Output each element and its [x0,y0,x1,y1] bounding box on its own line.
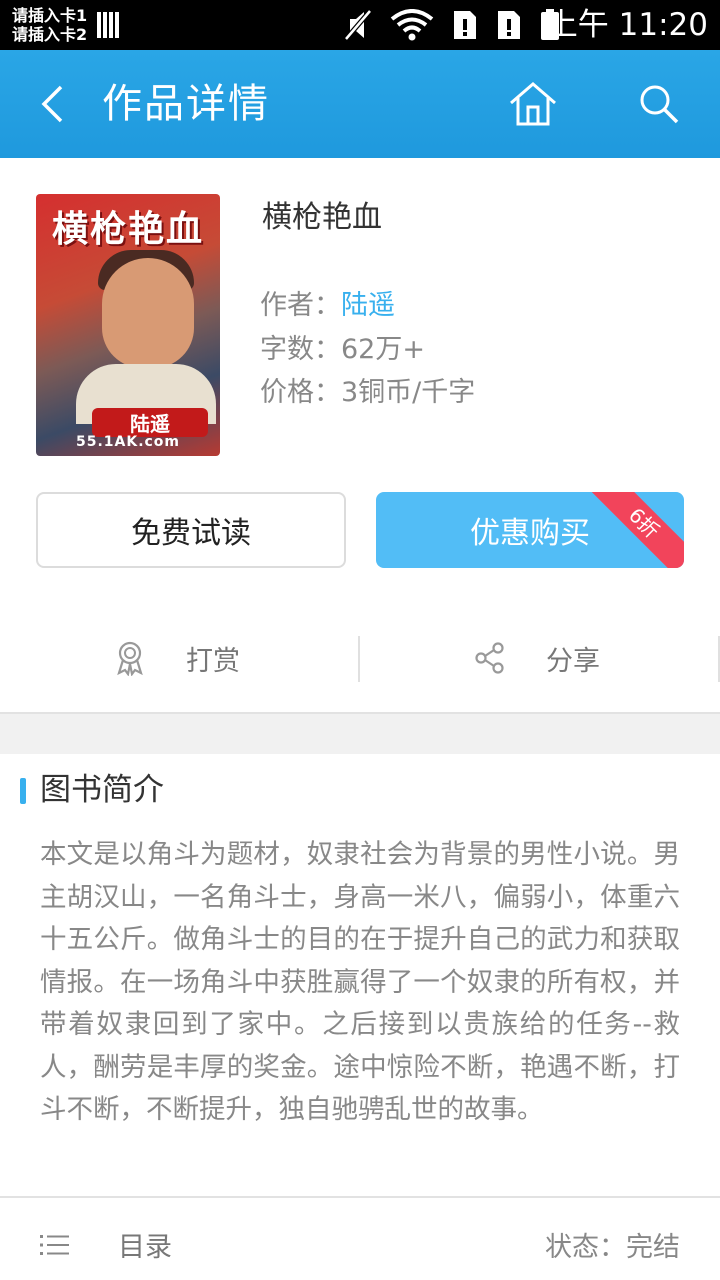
discount-badge: 6折 [576,492,684,568]
home-icon [510,82,556,126]
word-count-label: 字数： [260,334,341,365]
status-bar: 请插入卡1 请插入卡2 上午 11:20 [0,0,720,50]
action-row: 打赏 分享 [0,606,720,716]
sim2-label: 请插入卡2 [12,25,88,44]
home-button[interactable] [500,74,566,134]
list-icon [40,1235,69,1255]
back-icon [41,85,63,123]
cover-title: 横枪艳血 [51,209,204,250]
completion-status: 状态：完结 [545,1232,680,1263]
status-icons [344,8,560,42]
mute-icon [344,9,372,41]
award-icon [117,641,143,676]
section-marker [20,778,26,804]
author-row: 作者：陆遥 [260,288,395,324]
wifi-icon [390,9,434,41]
book-title: 横枪艳血 [262,200,382,235]
author-link[interactable]: 陆遥 [341,290,395,321]
action-divider [358,636,360,682]
share-button[interactable]: 分享 [474,636,600,680]
toc-label: 目录 [118,1232,172,1263]
reward-label: 打赏 [186,645,240,677]
share-icon [475,642,504,674]
search-icon [640,85,679,124]
author-label: 作者： [260,290,341,321]
search-button[interactable] [628,74,690,134]
price-row: 价格：3铜币/千字 [260,375,475,411]
book-info: 横枪艳血 陆遥 55.1AK.com 横枪艳血 作者：陆遥 字数：62万+ 价格… [0,158,720,713]
sim2-alert-icon [498,11,520,39]
price-value: 3铜币/千字 [341,377,476,408]
book-cover[interactable]: 横枪艳血 陆遥 55.1AK.com [36,194,220,456]
word-count-row: 字数：62万+ [260,332,425,368]
buy-button-label: 优惠购买 [470,516,590,551]
signal-icon [97,12,121,38]
cover-stamp: 陆遥 [92,408,208,437]
word-count-value: 62万+ [341,334,425,365]
sim1-label: 请插入卡1 [12,6,88,25]
free-read-button[interactable]: 免费试读 [36,492,346,568]
back-button[interactable] [22,72,82,136]
section-separator [0,712,720,754]
price-label: 价格： [260,377,341,408]
intro-text: 本文是以角斗为题材，奴隶社会为背景的男性小说。男主胡汉山，一名角斗士，身高一米八… [40,839,680,1125]
clock: 上午 11:20 [546,7,708,43]
cover-url: 55.1AK.com [75,434,181,450]
toc-bar[interactable]: 目录 状态：完结 [0,1196,720,1280]
share-label: 分享 [546,645,600,677]
sim-status: 请插入卡1 请插入卡2 [12,6,87,44]
book-intro: 图书简介 本文是以角斗为题材，奴隶社会为背景的男性小说。男主胡汉山，一名角斗士，… [0,754,720,1196]
cover-art-face [102,258,194,368]
toolbar: 作品详情 [0,50,720,158]
intro-title: 图书简介 [40,772,164,808]
sim1-alert-icon [454,11,476,39]
discount-buy-button[interactable]: 优惠购买 6折 [376,492,684,568]
reward-button[interactable]: 打赏 [114,636,240,680]
page-title: 作品详情 [102,81,270,127]
